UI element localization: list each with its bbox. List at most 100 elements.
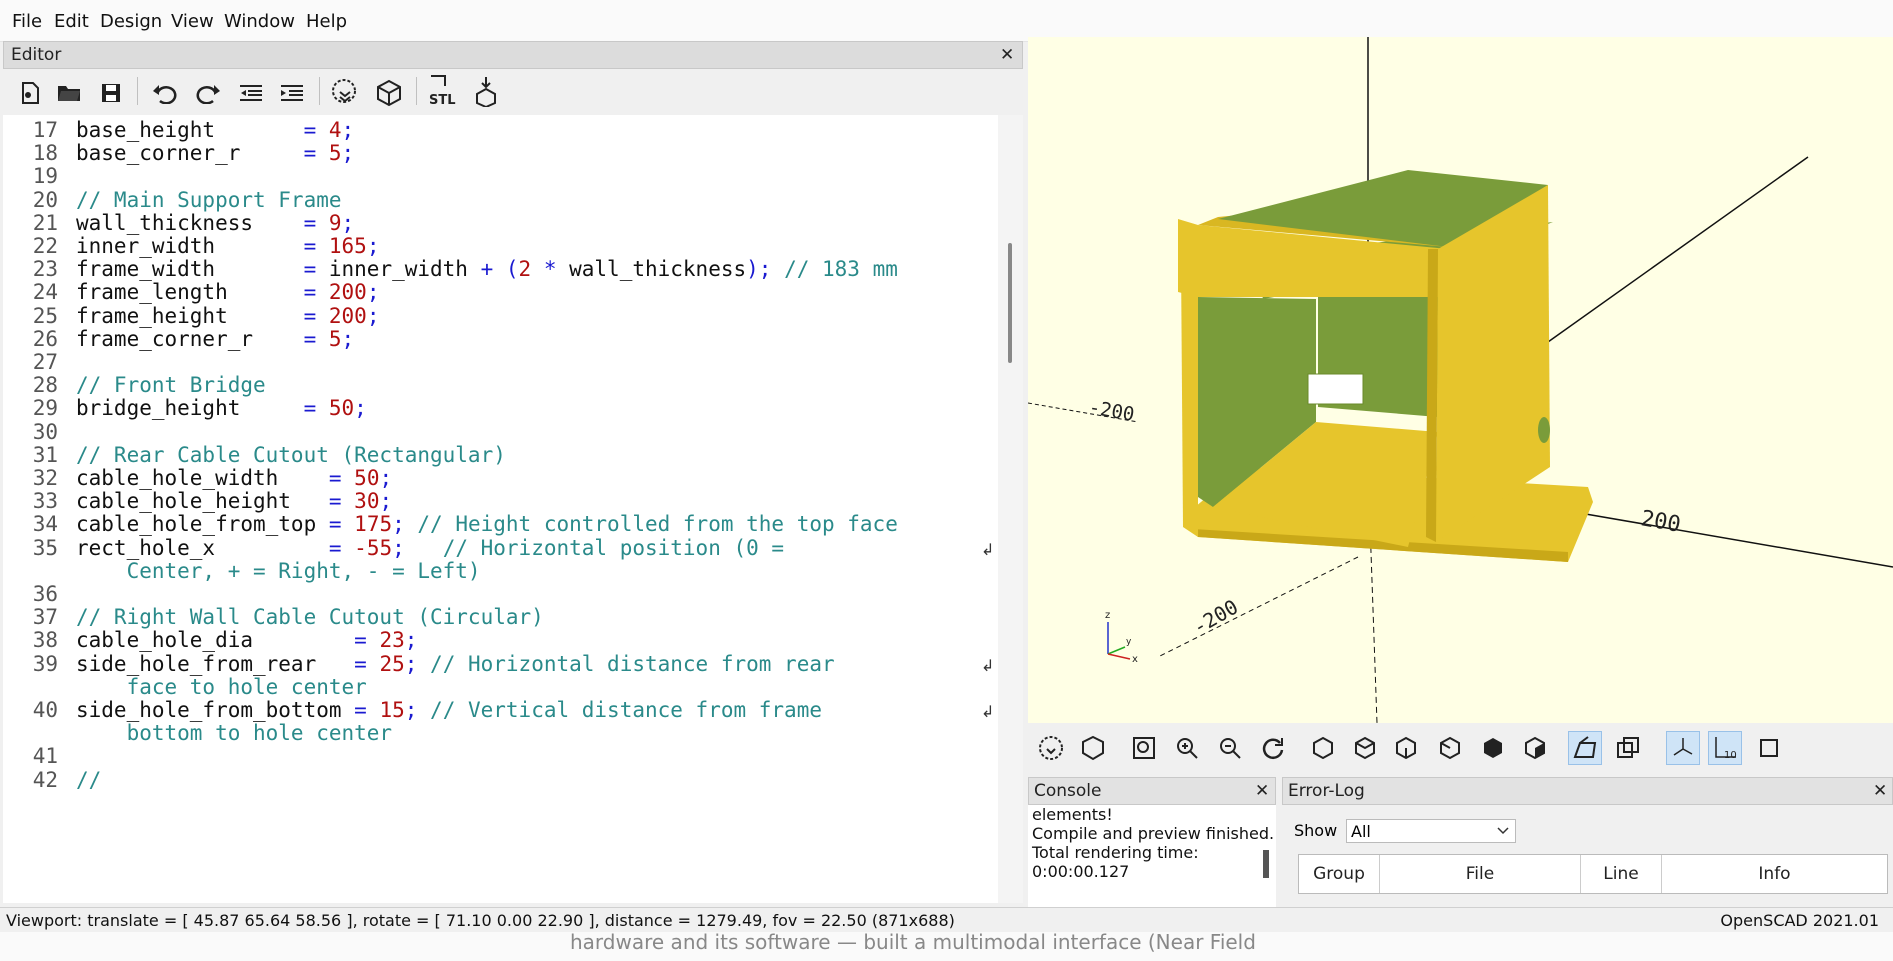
3d-viewport[interactable]: -200 200 -200 z y x (1028, 37, 1893, 723)
model-render: -200 200 -200 z y x (1028, 37, 1893, 723)
code-line: // (76, 768, 101, 792)
view-all-button[interactable] (1127, 731, 1161, 765)
preview-icon (1039, 736, 1063, 760)
perspective-button[interactable] (1568, 731, 1602, 765)
code-token: 15 (379, 698, 405, 722)
editor-scroll-thumb[interactable] (1008, 243, 1012, 363)
menu-help[interactable]: Help (306, 11, 347, 32)
show-filter-select[interactable]: All (1346, 819, 1516, 843)
code-token: frame_height (76, 303, 304, 328)
zoom-in-button[interactable] (1170, 731, 1204, 765)
code-token: inner_width (328, 257, 481, 282)
view-back-icon (1525, 736, 1545, 760)
undo-icon (153, 85, 177, 104)
line-number: 25 (32, 303, 58, 328)
code-token: ; (404, 651, 431, 676)
console-close-button[interactable]: ✕ (1255, 781, 1269, 801)
view-render-button[interactable] (1076, 731, 1110, 765)
column-header-file[interactable]: File (1380, 864, 1580, 884)
code-token: = (303, 280, 329, 305)
code-token: ; (379, 466, 393, 490)
reset-view-button[interactable] (1256, 731, 1290, 765)
code-token: = (328, 535, 355, 560)
console-line: elements! (1032, 805, 1113, 824)
code-token: = (328, 466, 355, 490)
console-scroll-thumb[interactable] (1263, 850, 1269, 878)
view-bottom-icon (1396, 736, 1416, 760)
line-number: 35 (32, 535, 58, 560)
menu-edit[interactable]: Edit (54, 11, 89, 32)
axis-indicator-z: z (1105, 610, 1110, 621)
menu-design[interactable]: Design (100, 11, 162, 32)
code-line: base_corner_r = 5; (76, 141, 354, 165)
code-line: // Front Bridge (76, 373, 266, 397)
code-token: frame_corner_r (76, 326, 304, 351)
column-header-info[interactable]: Info (1662, 864, 1887, 884)
preview-button[interactable] (329, 76, 363, 110)
unindent-button[interactable] (234, 76, 268, 110)
code-token: 200 (328, 303, 367, 328)
menu-window[interactable]: Window (224, 11, 295, 32)
new-file-icon (22, 82, 39, 104)
print-3d-icon (476, 77, 496, 107)
svg-text:STL: STL (429, 93, 456, 108)
menu-file[interactable]: File (12, 11, 42, 32)
axis-indicator-y: y (1126, 637, 1132, 647)
view-preview-button[interactable] (1034, 731, 1068, 765)
redo-button[interactable] (191, 76, 225, 110)
show-axes-button[interactable] (1666, 731, 1700, 765)
editor-close-button[interactable]: ✕ (1000, 45, 1014, 65)
view-bottom-button[interactable] (1389, 731, 1423, 765)
open-file-button[interactable] (52, 76, 86, 110)
code-line: side_hole_from_bottom = 15; // Vertical … (76, 698, 822, 722)
editor-title: Editor (11, 45, 62, 65)
show-scale-button[interactable]: 10 (1708, 731, 1742, 765)
version-label: OpenSCAD 2021.01 (1720, 911, 1879, 930)
code-editor[interactable]: 17 base_height = 4; 18 base_corner_r = 5; 19… (3, 115, 998, 903)
axis-label-neg-x: -200 (1087, 396, 1136, 426)
code-token: 4 (328, 118, 342, 142)
export-stl-button[interactable]: STL (426, 74, 460, 108)
zoom-in-icon (1177, 738, 1198, 759)
code-token: = (303, 210, 329, 235)
zoom-out-button[interactable] (1213, 731, 1247, 765)
code-token: = (303, 118, 329, 142)
code-token: 25 (379, 651, 405, 676)
code-line: rect_hole_x = -55; // Horizontal positio… (76, 536, 784, 560)
editor-scrollbar[interactable] (998, 115, 1023, 903)
undo-button[interactable] (148, 76, 182, 110)
show-edges-button[interactable] (1752, 731, 1786, 765)
column-header-line[interactable]: Line (1581, 864, 1661, 884)
send-to-print-button[interactable] (469, 74, 503, 108)
editor-toolbar: STL (3, 70, 1023, 115)
view-back-button[interactable] (1518, 731, 1552, 765)
view-left-button[interactable] (1433, 731, 1467, 765)
column-header-group[interactable]: Group (1299, 864, 1379, 884)
line-number: 42 (32, 767, 58, 792)
line-number: 36 (32, 582, 58, 606)
render-cube-icon (377, 79, 401, 107)
view-top-button[interactable] (1348, 731, 1382, 765)
unindent-icon (240, 85, 262, 101)
code-token: ; (341, 210, 355, 235)
code-line: frame_corner_r = 5; (76, 327, 354, 351)
code-token: 200 (328, 280, 367, 305)
errorlog-title: Error-Log (1288, 781, 1365, 801)
render-button[interactable] (372, 76, 406, 110)
redo-icon (196, 85, 220, 104)
errorlog-close-button[interactable]: ✕ (1873, 781, 1887, 801)
indent-button[interactable] (275, 76, 309, 110)
view-right-icon (1313, 736, 1333, 760)
line-number: 17 (32, 118, 58, 142)
save-button[interactable] (94, 76, 128, 110)
line-number: 37 (32, 605, 58, 630)
new-file-button[interactable] (13, 76, 47, 110)
menu-view[interactable]: View (171, 11, 214, 32)
orthogonal-button[interactable] (1611, 731, 1645, 765)
view-right-button[interactable] (1306, 731, 1340, 765)
line-number: 38 (32, 628, 58, 653)
code-token: // Horizontal distance from rear (430, 651, 835, 676)
save-icon (102, 84, 120, 102)
view-front-button[interactable] (1476, 731, 1510, 765)
code-token: ; (392, 512, 418, 537)
